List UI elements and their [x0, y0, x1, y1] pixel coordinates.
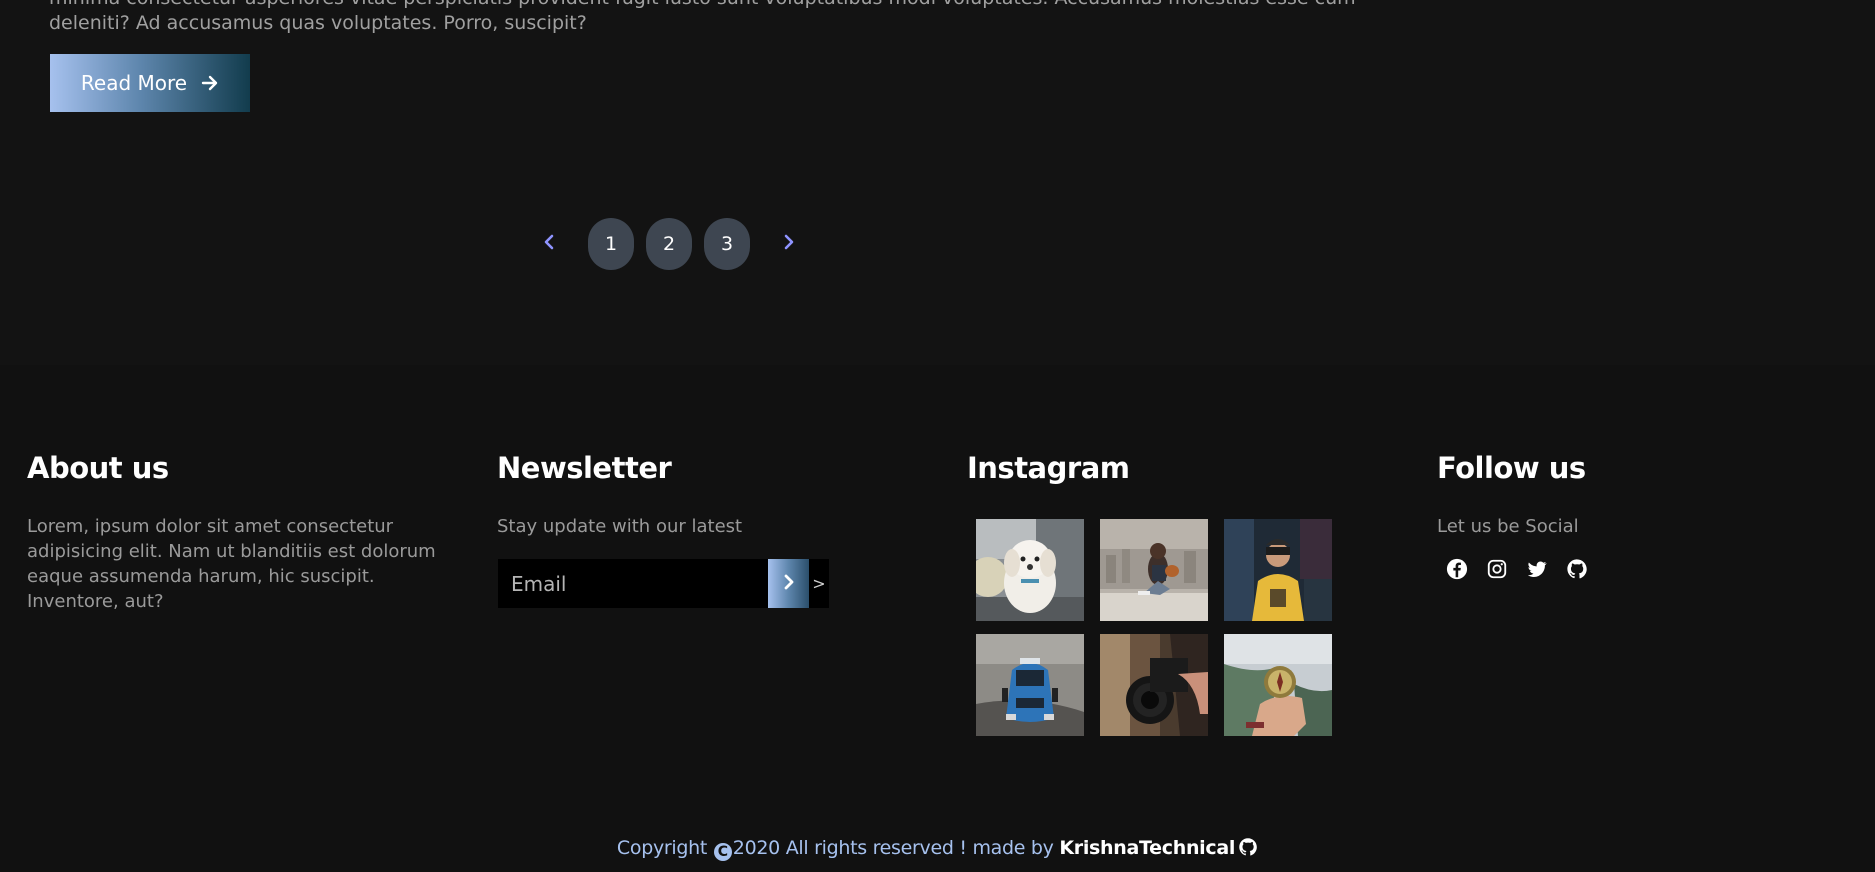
copyright-text: 2020 All rights reserved ! made by — [732, 837, 1054, 859]
page-button-1[interactable]: 1 — [588, 218, 634, 270]
copyright-prefix: Copyright — [616, 837, 708, 859]
copyright-symbol-icon: C — [713, 843, 732, 861]
newsletter-form: > — [498, 559, 829, 608]
page-button-3[interactable]: 3 — [704, 218, 750, 270]
blog-section: minima consectetur asperiores vitae pers… — [0, 0, 1875, 365]
read-more-button[interactable]: Read More — [50, 54, 250, 112]
camera-lens-photo[interactable] — [1100, 634, 1208, 736]
about-title: About us — [27, 451, 169, 485]
pagination-next-button[interactable] — [775, 218, 803, 270]
twitter-icon[interactable] — [1524, 556, 1550, 582]
instagram-grid — [976, 519, 1332, 736]
instagram-title: Instagram — [967, 451, 1130, 485]
copyright: Copyright C 2020 All rights reserved ! ma… — [0, 837, 1875, 862]
follow-title: Follow us — [1437, 451, 1586, 485]
blue-car-photo[interactable] — [976, 634, 1084, 736]
hand-compass-photo[interactable] — [1224, 634, 1332, 736]
follow-text: Let us be Social — [1437, 516, 1579, 537]
github-icon[interactable] — [1564, 556, 1590, 582]
newsletter-submit-button[interactable] — [768, 559, 809, 608]
post-excerpt: minima consectetur asperiores vitae pers… — [49, 0, 1356, 36]
submit-fallback-text: > — [812, 574, 826, 593]
page: minima consectetur asperiores vitae pers… — [0, 0, 1875, 872]
post-excerpt-line: minima consectetur asperiores vitae pers… — [49, 0, 1356, 11]
pagination-prev-button[interactable] — [535, 218, 563, 270]
social-links — [1444, 556, 1604, 582]
page-button-2[interactable]: 2 — [646, 218, 692, 270]
woman-sitting-city-photo[interactable] — [1100, 519, 1208, 621]
about-text: Lorem, ipsum dolor sit amet consectetur … — [27, 516, 436, 612]
man-yellow-sweater-photo[interactable] — [1224, 519, 1332, 621]
chevron-right-icon — [783, 233, 795, 255]
author-link[interactable]: KrishnaTechnical — [1059, 837, 1235, 859]
pagination: 1 2 3 — [535, 218, 803, 270]
dog-photo[interactable] — [976, 519, 1084, 621]
arrow-right-icon — [201, 74, 219, 92]
read-more-label: Read More — [80, 71, 188, 95]
newsletter-text: Stay update with our latest — [497, 516, 743, 537]
facebook-icon[interactable] — [1444, 556, 1470, 582]
chevron-left-icon — [543, 233, 555, 255]
email-field[interactable] — [498, 559, 768, 608]
post-excerpt-line: deleniti? Ad accusamus quas voluptates. … — [49, 12, 587, 34]
footer: About us Lorem, ipsum dolor sit amet con… — [0, 365, 1875, 872]
chevron-right-icon — [782, 573, 796, 595]
newsletter-title: Newsletter — [497, 451, 672, 485]
github-icon[interactable] — [1238, 837, 1258, 862]
instagram-icon[interactable] — [1484, 556, 1510, 582]
